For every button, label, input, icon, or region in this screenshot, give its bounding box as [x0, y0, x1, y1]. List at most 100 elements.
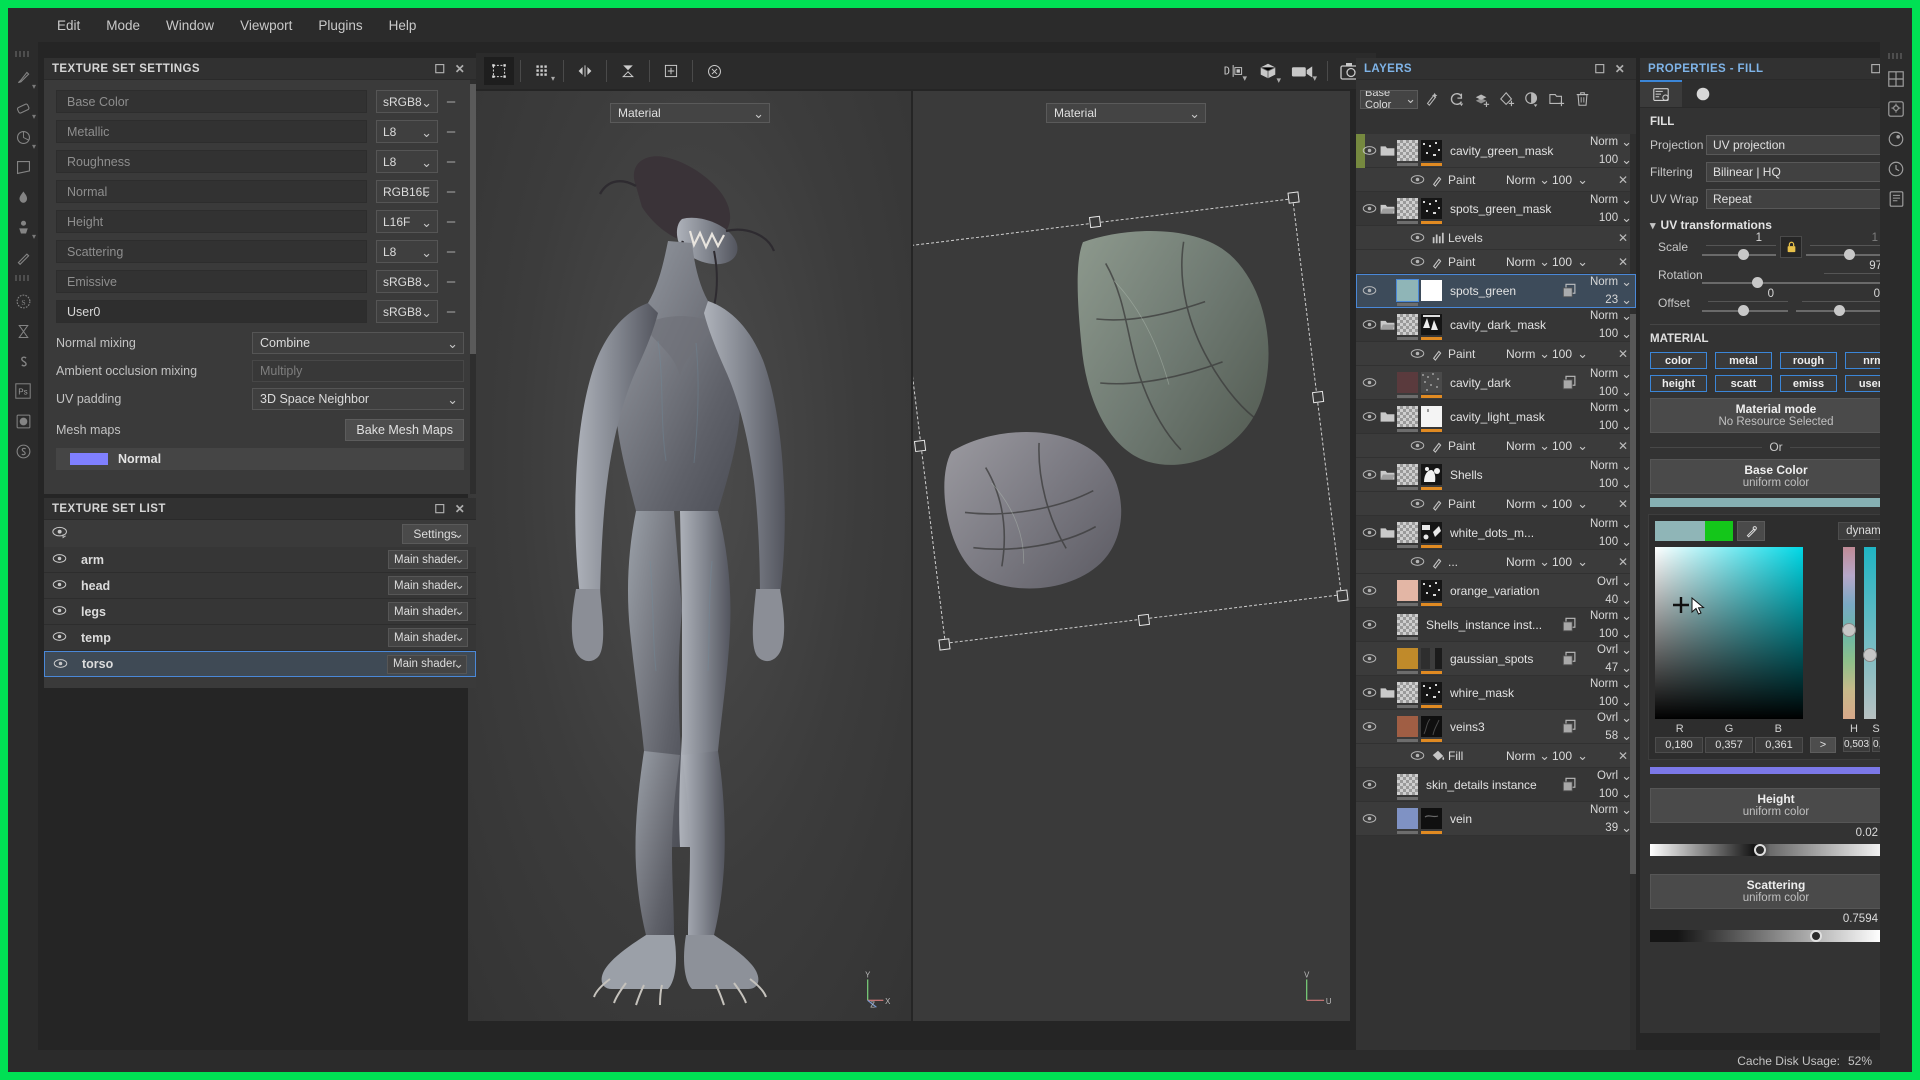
substance-icon[interactable] [10, 436, 36, 466]
layer-visibility-icon[interactable] [1360, 411, 1378, 422]
layer-row[interactable]: gaussian_spots Ovrl 47 [1356, 642, 1636, 676]
effect-blend-mode[interactable]: Norm [1506, 255, 1552, 269]
layer-blend-mode[interactable]: Norm [1590, 608, 1632, 624]
layer-effect-row[interactable]: PaintNorm100✕ [1356, 168, 1636, 192]
add-folder-icon[interactable] [1546, 89, 1568, 109]
scale-y-slider[interactable]: 1 [1806, 232, 1880, 260]
texture-set-row-legs[interactable]: legs Main shader [44, 599, 476, 625]
layer-mask-thumbnail[interactable] [1421, 580, 1442, 606]
r-value[interactable]: 0,180 [1655, 737, 1703, 753]
mesh-map-entry-normal[interactable]: Normal [56, 448, 464, 470]
layer-opacity[interactable]: 100 [1599, 476, 1632, 492]
instance-icon[interactable] [1560, 777, 1580, 793]
layer-row[interactable]: cavity_dark Norm 100 [1356, 366, 1636, 400]
uv-wrap-combo[interactable]: Repeat [1706, 188, 1902, 209]
effect-visibility-icon[interactable] [1410, 750, 1428, 761]
remove-channel-button[interactable]: – [438, 243, 464, 260]
layer-blend-mode[interactable]: Ovrl [1597, 642, 1632, 658]
layer-thumbnail[interactable] [1397, 372, 1418, 398]
layer-blend-mode[interactable]: Norm [1590, 134, 1632, 150]
uv-tile-tool-icon[interactable]: ▾ [527, 57, 557, 85]
ao-mixing-combo[interactable]: Multiply [252, 360, 464, 382]
layer-visibility-icon[interactable] [1360, 527, 1378, 538]
b-value[interactable]: 0,361 [1755, 737, 1803, 753]
texture-set-row-torso[interactable]: torso Main shader [44, 651, 476, 677]
remove-channel-button[interactable]: – [438, 93, 464, 110]
layer-thumbnail[interactable] [1397, 314, 1418, 340]
display-settings-icon[interactable] [1884, 124, 1908, 154]
base-color-button[interactable]: Base Color uniform color [1650, 459, 1902, 494]
photoshop-icon[interactable]: Ps [10, 376, 36, 406]
layer-thumbnail[interactable] [1397, 406, 1418, 432]
eyedropper-icon[interactable] [1737, 521, 1765, 541]
material-mode-button[interactable]: Material mode No Resource Selected [1650, 398, 1902, 433]
eye-icon[interactable] [53, 657, 68, 672]
camera-icon[interactable]: ▾ [1291, 63, 1317, 83]
color-picker-icon[interactable] [10, 242, 36, 272]
layer-row[interactable]: Shells_instance inst... Norm 100 [1356, 608, 1636, 642]
eraser-icon[interactable]: ▾ [10, 92, 36, 122]
symmetry-tool-icon[interactable] [570, 57, 600, 85]
layer-effect-row[interactable]: FillNorm100✕ [1356, 744, 1636, 768]
saturation-value-area[interactable] [1655, 547, 1803, 719]
h-value[interactable]: 0,503 [1843, 737, 1871, 752]
material-channel-rough[interactable]: rough [1780, 352, 1837, 369]
menu-item-mode[interactable]: Mode [93, 14, 153, 37]
clone-stamp-icon[interactable]: ▾ [10, 212, 36, 242]
folder-open-icon[interactable] [1378, 469, 1397, 481]
effect-visibility-icon[interactable] [1410, 440, 1428, 451]
layer-mask-thumbnail[interactable] [1421, 808, 1442, 834]
effect-opacity[interactable]: 100 [1552, 497, 1592, 511]
layer-row[interactable]: veins3 Ovrl 58 [1356, 710, 1636, 744]
tss-scrollbar-track[interactable] [470, 80, 476, 494]
channel-name[interactable]: Metallic [56, 120, 367, 143]
viewport-mode-icon[interactable]: ▾ [1257, 61, 1281, 85]
offset-y-slider[interactable]: 0 [1796, 288, 1882, 316]
projection-combo[interactable]: UV projection [1706, 134, 1902, 155]
layer-opacity[interactable]: 100 [1599, 210, 1632, 226]
filtering-combo[interactable]: Bilinear | HQ [1706, 161, 1902, 182]
layer-thumbnail[interactable] [1397, 682, 1418, 708]
layer-thumbnail[interactable] [1397, 522, 1418, 548]
layer-opacity[interactable]: 47 [1605, 660, 1632, 676]
tss-scrollbar-thumb[interactable] [470, 84, 476, 354]
layer-thumbnail[interactable] [1397, 140, 1418, 166]
bake-icon[interactable] [10, 316, 36, 346]
layer-opacity[interactable]: 100 [1599, 626, 1632, 642]
eye-icon[interactable] [52, 630, 67, 645]
channel-format-combo[interactable]: sRGB8 [376, 300, 438, 323]
polygon-fill-icon[interactable] [10, 152, 36, 182]
layer-row[interactable]: cavity_dark_mask Norm 100 [1356, 308, 1636, 342]
effect-blend-mode[interactable]: Norm [1506, 347, 1552, 361]
effect-visibility-icon[interactable] [1410, 556, 1428, 567]
history-icon[interactable] [1884, 154, 1908, 184]
effect-opacity[interactable]: 100 [1552, 347, 1592, 361]
bake-mesh-maps-button[interactable]: Bake Mesh Maps [345, 419, 464, 441]
channel-format-combo[interactable]: sRGB8 [376, 270, 438, 293]
layer-visibility-icon[interactable] [1360, 469, 1378, 480]
material-tab-icon[interactable] [1682, 80, 1724, 107]
effect-blend-mode[interactable]: Norm [1506, 173, 1552, 187]
viewport-3d-material-combo[interactable]: Material [610, 103, 770, 123]
close-icon[interactable]: ✕ [452, 61, 468, 77]
layer-row[interactable]: white_dots_m... Norm 100 [1356, 516, 1636, 550]
effect-opacity[interactable]: 100 [1552, 255, 1592, 269]
layers-scrollbar-thumb[interactable] [1630, 314, 1636, 874]
channel-format-combo[interactable]: L8 [376, 150, 438, 173]
eye-toggle-all-icon[interactable] [52, 526, 69, 542]
layer-blend-mode[interactable]: Norm [1590, 192, 1632, 208]
layer-visibility-icon[interactable] [1360, 721, 1378, 732]
channel-name[interactable]: Height [56, 210, 367, 233]
layer-blend-mode[interactable]: Norm [1590, 274, 1632, 290]
delete-layer-icon[interactable] [1571, 89, 1593, 109]
remove-channel-button[interactable]: – [438, 273, 464, 290]
folder-icon[interactable] [1378, 687, 1397, 699]
mirror-tool-icon[interactable] [613, 57, 643, 85]
layer-blend-mode[interactable]: Norm [1590, 516, 1632, 532]
close-icon[interactable]: ✕ [452, 501, 468, 517]
menu-item-edit[interactable]: Edit [44, 14, 93, 37]
layer-mask-thumbnail[interactable] [1421, 716, 1442, 742]
channel-format-combo[interactable]: sRGB8 [376, 90, 438, 113]
effect-blend-mode[interactable]: Norm [1506, 555, 1552, 569]
layer-thumbnail[interactable] [1397, 464, 1418, 490]
